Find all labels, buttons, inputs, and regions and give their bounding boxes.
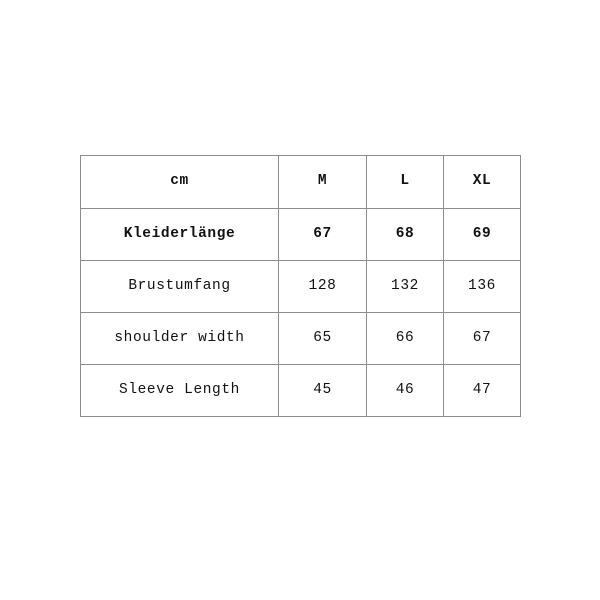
size-header-l: L xyxy=(366,155,444,209)
cell-brustumfang-xl: 136 xyxy=(443,260,521,313)
cell-sleeve-length-xl: 47 xyxy=(443,364,521,417)
page-root: cm M L XL Kleiderlänge 67 68 69 Brustumf… xyxy=(0,0,600,600)
cell-brustumfang-l: 132 xyxy=(366,260,444,313)
size-header-xl: XL xyxy=(443,155,521,209)
size-chart-container: cm M L XL Kleiderlänge 67 68 69 Brustumf… xyxy=(80,155,521,417)
cell-brustumfang-m: 128 xyxy=(278,260,367,313)
row-label-sleeve-length: Sleeve Length xyxy=(80,364,279,417)
row-label-brustumfang: Brustumfang xyxy=(80,260,279,313)
table-row: Kleiderlänge 67 68 69 xyxy=(80,208,521,261)
cell-sleeve-length-l: 46 xyxy=(366,364,444,417)
size-chart-table: cm M L XL Kleiderlänge 67 68 69 Brustumf… xyxy=(80,155,521,417)
cell-shoulder-width-xl: 67 xyxy=(443,312,521,365)
cell-kleiderlaenge-l: 68 xyxy=(366,208,444,261)
cell-sleeve-length-m: 45 xyxy=(278,364,367,417)
table-row: shoulder width 65 66 67 xyxy=(80,312,521,365)
cell-shoulder-width-m: 65 xyxy=(278,312,367,365)
cell-shoulder-width-l: 66 xyxy=(366,312,444,365)
table-row: Sleeve Length 45 46 47 xyxy=(80,364,521,417)
size-header-m: M xyxy=(278,155,367,209)
cell-kleiderlaenge-xl: 69 xyxy=(443,208,521,261)
unit-header-cell: cm xyxy=(80,155,279,209)
table-row: Brustumfang 128 132 136 xyxy=(80,260,521,313)
row-label-kleiderlaenge: Kleiderlänge xyxy=(80,208,279,261)
table-header-row: cm M L XL xyxy=(80,155,521,209)
cell-kleiderlaenge-m: 67 xyxy=(278,208,367,261)
row-label-shoulder-width: shoulder width xyxy=(80,312,279,365)
